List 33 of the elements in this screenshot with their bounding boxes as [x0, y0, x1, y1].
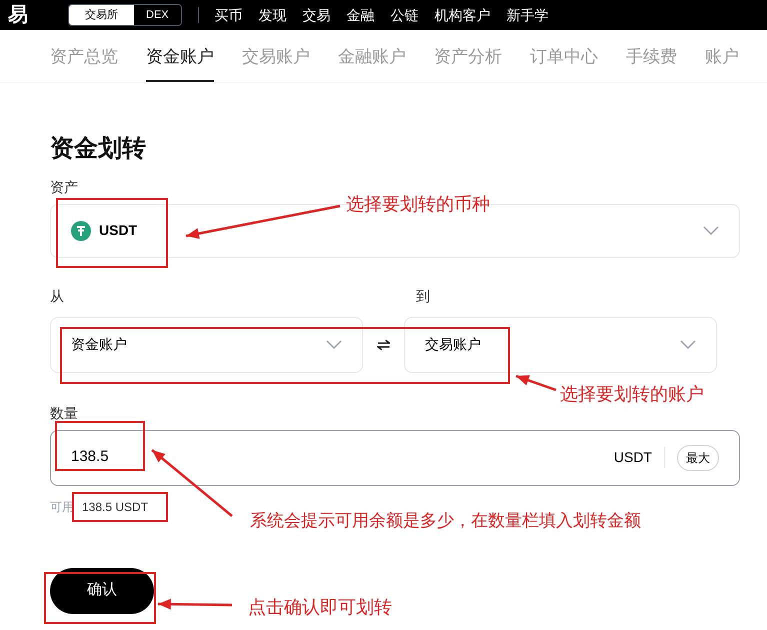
nav-menu-item[interactable]: 公链: [390, 4, 419, 26]
annotation-text: 点击确认即可划转: [248, 596, 392, 619]
to-account-select[interactable]: 交易账户: [404, 316, 717, 372]
annotation-arrow: [516, 374, 556, 392]
annotation-text: 选择要划转的账户: [560, 383, 704, 406]
field-label: 数量: [50, 404, 79, 422]
nav-menu-item[interactable]: 发现: [258, 4, 287, 26]
nav-menu-item[interactable]: 交易: [302, 4, 331, 26]
field-label: 从: [50, 286, 65, 306]
swap-icon[interactable]: [376, 338, 390, 350]
max-button[interactable]: 最大: [677, 444, 719, 470]
nav-menu-item[interactable]: 金融: [346, 4, 375, 26]
chevron-down-icon: [703, 226, 719, 236]
field-label: 资产: [50, 178, 79, 196]
asset-value: USDT: [99, 221, 138, 240]
chevron-down-icon: [680, 340, 696, 350]
from-account-select[interactable]: 资金账户: [50, 316, 363, 372]
nav-menu-item[interactable]: 机构客户: [434, 4, 491, 26]
unit-label: USDT: [614, 447, 665, 468]
amount-value: 138.5: [71, 447, 110, 468]
nav-menu-item[interactable]: 新手学: [506, 4, 549, 26]
chevron-down-icon: [326, 340, 342, 350]
coin-icon: [71, 220, 91, 240]
annotation-text: 系统会提示可用余额是多少，在数量栏填入划转金额: [250, 510, 641, 532]
confirm-button[interactable]: 确认: [50, 568, 154, 614]
logo: 易: [8, 3, 28, 28]
page-title: 资金划转: [50, 134, 147, 164]
nav-menu-item[interactable]: 买币: [214, 4, 243, 26]
mode-tab[interactable]: 交易所: [69, 4, 134, 26]
amount-field[interactable]: 138.5 USDT 最大: [50, 430, 740, 486]
field-label: 到: [416, 286, 430, 306]
account-tab[interactable]: 资金账户: [146, 44, 214, 82]
available-balance: 138.5 USDT: [82, 498, 148, 516]
